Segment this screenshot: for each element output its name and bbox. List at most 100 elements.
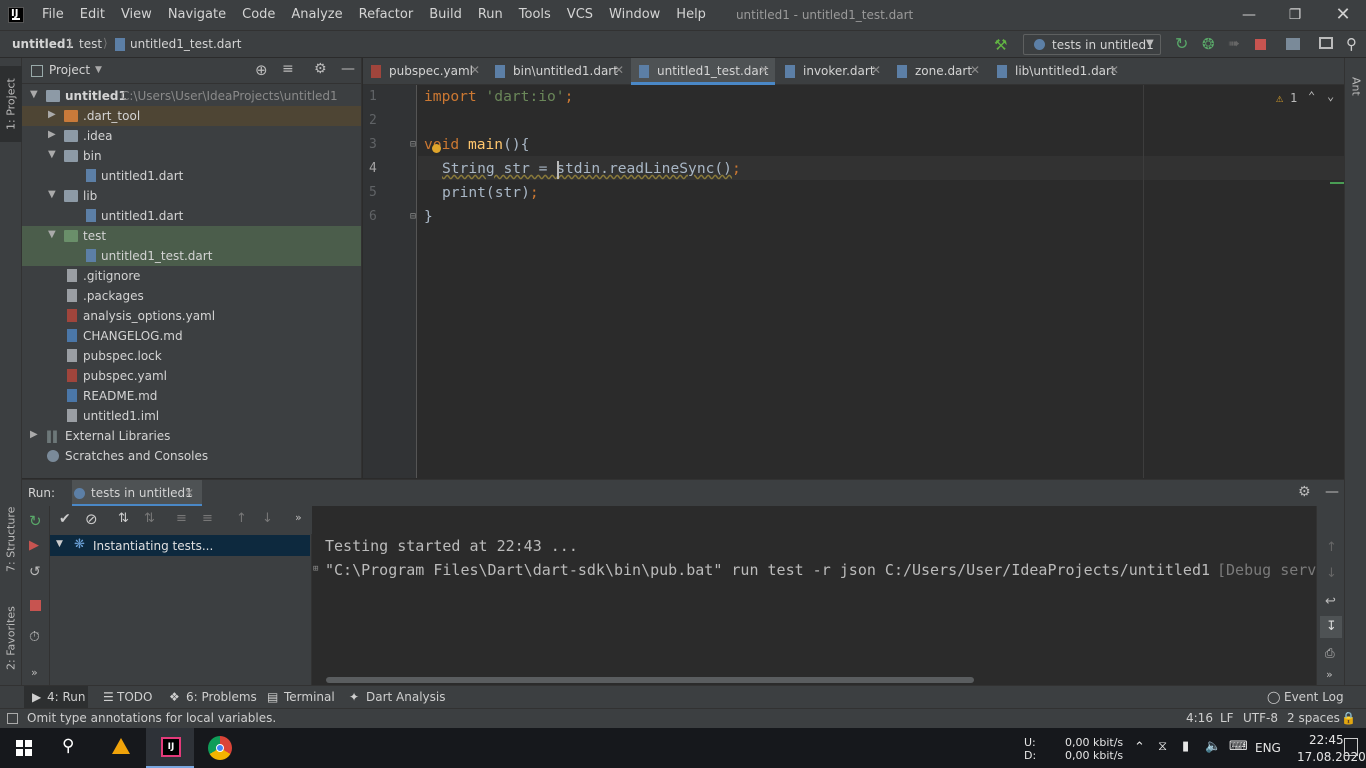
- menu-run[interactable]: Run: [470, 0, 511, 30]
- gear-icon[interactable]: ⚙: [1298, 484, 1311, 500]
- menu-file[interactable]: File: [34, 0, 72, 30]
- timer-icon[interactable]: ⏱: [29, 629, 40, 645]
- line-separator[interactable]: LF: [1220, 711, 1234, 725]
- caret-position[interactable]: 4:16: [1186, 711, 1213, 725]
- menu-refactor[interactable]: Refactor: [351, 0, 422, 30]
- restore-button[interactable]: ❐: [1272, 0, 1318, 30]
- problems-tool-button[interactable]: 6: Problems: [186, 690, 257, 704]
- tree-item-scratches[interactable]: Scratches and Consoles: [22, 446, 361, 466]
- close-icon[interactable]: ✕: [759, 63, 769, 77]
- profile-icon[interactable]: ➠: [1228, 36, 1240, 52]
- dart-analysis-tool-button[interactable]: Dart Analysis: [366, 690, 446, 704]
- event-log-tool-button[interactable]: Event Log: [1284, 690, 1344, 704]
- tree-item-project-root[interactable]: ▼ untitled1 C:\Users\User\IdeaProjects\u…: [22, 86, 361, 106]
- tree-item-bin[interactable]: ▼ bin: [22, 146, 361, 166]
- menu-vcs[interactable]: VCS: [559, 0, 601, 30]
- clock-time[interactable]: 22:45: [1309, 733, 1344, 747]
- menu-analyze[interactable]: Analyze: [283, 0, 350, 30]
- minimize-button[interactable]: —: [1226, 0, 1272, 30]
- chevron-up-icon[interactable]: ⌃: [1134, 740, 1145, 755]
- keyboard-icon[interactable]: ⌨: [1229, 739, 1248, 754]
- tree-item-external-libraries[interactable]: ▶ ‖‖ External Libraries: [22, 426, 361, 446]
- tab-lib-untitled1-dart[interactable]: lib\untitled1.dart ✕: [989, 58, 1125, 85]
- battery-icon[interactable]: ▮: [1182, 739, 1189, 754]
- todo-tool-button[interactable]: TODO: [117, 690, 152, 704]
- project-tool-tab[interactable]: 1: Project: [0, 66, 22, 142]
- menu-build[interactable]: Build: [421, 0, 470, 30]
- tree-item-bin-untitled1-dart[interactable]: untitled1.dart: [22, 166, 361, 186]
- breadcrumb-file[interactable]: untitled1_test.dart: [130, 37, 241, 51]
- stop-icon[interactable]: [30, 600, 41, 611]
- wifi-icon[interactable]: ⧖: [1158, 739, 1167, 754]
- close-icon[interactable]: ✕: [614, 63, 624, 77]
- print-icon[interactable]: ⎙: [1325, 646, 1335, 661]
- close-icon[interactable]: ✕: [470, 63, 480, 77]
- favorites-tool-tab[interactable]: 2: Favorites: [0, 598, 22, 678]
- tab-untitled1-test-dart[interactable]: untitled1_test.dart ✕: [631, 58, 775, 85]
- ant-tool-tab[interactable]: Ant: [1345, 66, 1366, 106]
- menu-navigate[interactable]: Navigate: [160, 0, 234, 30]
- test-tree-item[interactable]: ▼ ❋ Instantiating tests...: [50, 535, 310, 556]
- console-horizontal-scrollbar[interactable]: [312, 674, 1316, 685]
- more-icon[interactable]: »: [31, 666, 38, 679]
- previous-failed-icon[interactable]: ↑: [236, 511, 247, 526]
- tab-invoker-dart[interactable]: invoker.dart ✕: [777, 58, 885, 85]
- presentation-icon[interactable]: [1319, 37, 1333, 49]
- file-encoding[interactable]: UTF-8: [1243, 711, 1278, 725]
- search-everywhere-icon[interactable]: ⚲: [1346, 35, 1357, 53]
- tree-item-packages[interactable]: .packages: [22, 286, 361, 306]
- input-language[interactable]: ENG: [1255, 741, 1281, 755]
- build-hammer-icon[interactable]: ⚒: [994, 36, 1007, 54]
- toggle-auto-test-icon[interactable]: ↺: [29, 564, 41, 580]
- console-output[interactable]: Testing started at 22:43 ... ⊞ "C:\Progr…: [312, 534, 1316, 674]
- collapse-all-icon[interactable]: ≡: [282, 61, 294, 77]
- arrow-up-icon[interactable]: ↑: [1326, 540, 1337, 555]
- close-window-button[interactable]: ✕: [1320, 0, 1366, 30]
- arrow-down-icon[interactable]: ↓: [1326, 566, 1337, 581]
- stop-icon[interactable]: [1255, 39, 1266, 50]
- project-panel-title[interactable]: Project: [49, 63, 90, 77]
- code-editor[interactable]: import 'dart:io'; void main(){ String st…: [418, 85, 1344, 478]
- tree-item-lib[interactable]: ▼ lib: [22, 186, 361, 206]
- tree-item-dart-tool[interactable]: ▶ .dart_tool: [22, 106, 361, 126]
- close-icon[interactable]: ✕: [1109, 63, 1119, 77]
- show-passed-icon[interactable]: ✔: [59, 511, 71, 527]
- menu-window[interactable]: Window: [601, 0, 668, 30]
- intention-bulb-icon[interactable]: [432, 144, 441, 153]
- tab-bin-untitled1-dart[interactable]: bin\untitled1.dart ✕: [487, 58, 629, 85]
- tree-item-pubspec-lock[interactable]: pubspec.lock: [22, 346, 361, 366]
- tree-item-analysis-options[interactable]: analysis_options.yaml: [22, 306, 361, 326]
- menu-edit[interactable]: Edit: [72, 0, 113, 30]
- breadcrumb-folder[interactable]: test: [79, 37, 102, 51]
- close-icon[interactable]: ✕: [970, 63, 980, 77]
- tree-item-untitled1-test-dart[interactable]: untitled1_test.dart: [22, 246, 361, 266]
- tree-item-iml[interactable]: untitled1.iml: [22, 406, 361, 426]
- next-failed-icon[interactable]: ↓: [262, 511, 273, 526]
- menu-code[interactable]: Code: [234, 0, 283, 30]
- rerun-icon[interactable]: ↻: [1175, 34, 1188, 53]
- tree-item-pubspec-yaml[interactable]: pubspec.yaml: [22, 366, 361, 386]
- terminal-tool-button[interactable]: Terminal: [284, 690, 335, 704]
- expand-all-icon[interactable]: ≡: [176, 511, 187, 526]
- sort-duration-icon[interactable]: ⇅: [144, 511, 155, 526]
- windows-start-icon[interactable]: [16, 740, 32, 756]
- close-icon[interactable]: ✕: [871, 63, 881, 77]
- more-icon[interactable]: »: [295, 511, 302, 524]
- chevron-down-icon[interactable]: ▼: [95, 65, 102, 75]
- more-icon[interactable]: »: [1326, 668, 1333, 681]
- rerun-failed-icon[interactable]: ▶: [29, 538, 39, 553]
- locate-file-icon[interactable]: ⊕: [255, 61, 268, 79]
- tree-item-lib-untitled1-dart[interactable]: untitled1.dart: [22, 206, 361, 226]
- warning-count[interactable]: 1: [1290, 91, 1297, 105]
- expand-icon[interactable]: ⊞: [313, 564, 318, 574]
- project-structure-icon[interactable]: [1286, 38, 1300, 50]
- rerun-icon[interactable]: ↻: [29, 512, 42, 530]
- menu-view[interactable]: View: [113, 0, 160, 30]
- chevron-down-icon[interactable]: ⌄: [1327, 89, 1334, 103]
- chevron-up-icon[interactable]: ⌃: [1308, 89, 1315, 103]
- show-ignored-icon[interactable]: ⊘: [85, 510, 98, 528]
- hide-panel-icon[interactable]: —: [1325, 484, 1339, 500]
- hide-panel-icon[interactable]: —: [341, 61, 355, 77]
- notifications-icon[interactable]: [1344, 738, 1358, 756]
- close-icon[interactable]: ✕: [184, 486, 194, 500]
